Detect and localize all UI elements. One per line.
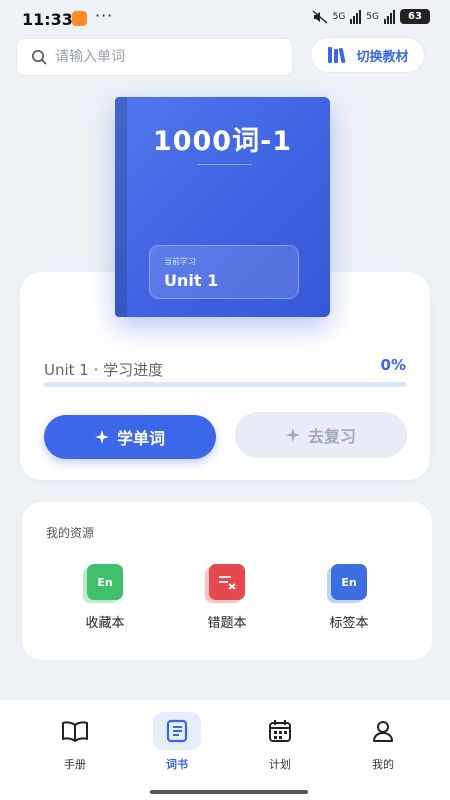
nav-plan[interactable]: 计划: [245, 712, 315, 772]
nav-wordbook-label: 词书: [166, 758, 188, 771]
books-icon: [328, 47, 346, 64]
signal-5g-label-2: 5G: [366, 11, 379, 22]
tags-label: 标签本: [329, 616, 369, 631]
mute-icon: [312, 9, 328, 24]
mistake-book-red-icon: [209, 564, 245, 600]
calendar-icon: [256, 712, 304, 750]
nav-handbook-label: 手册: [64, 758, 86, 771]
more-notifications-icon: ···: [95, 6, 114, 25]
switch-textbook-label: 切换教材: [356, 49, 409, 65]
progress-percent: 0%: [380, 356, 406, 374]
icon-text: En: [341, 575, 357, 589]
progress-label: Unit 1 · 学习进度: [44, 361, 164, 379]
user-icon: [359, 712, 407, 750]
book-divider: [197, 164, 252, 165]
list-x-icon: [219, 576, 236, 590]
switch-textbook-button[interactable]: 切换教材: [310, 37, 425, 73]
favorites-label: 收藏本: [85, 616, 125, 631]
resources-title: 我的资源: [46, 526, 95, 540]
current-caption: 当前学习: [164, 257, 196, 266]
signal-icon-2: [384, 9, 395, 24]
sparkle-icon: [94, 430, 109, 444]
nav-mine[interactable]: 我的: [348, 712, 418, 772]
mistakes-label: 错题本: [207, 616, 247, 631]
bottom-nav: 手册 词书 计划 我的: [0, 700, 450, 800]
progress-bar: [44, 382, 407, 387]
nav-handbook[interactable]: 手册: [40, 712, 110, 772]
nav-plan-label: 计划: [269, 758, 291, 771]
mistakes-book[interactable]: 错题本: [182, 564, 272, 631]
sparkle-icon: [285, 428, 300, 442]
signal-icon: [350, 9, 362, 24]
review-button[interactable]: 去复习: [235, 412, 407, 458]
status-bar: 11:33 ··· 5G 5G 63: [0, 0, 450, 38]
current-unit-box: 当前学习 Unit 1: [149, 245, 299, 299]
nav-wordbook[interactable]: 词书: [142, 712, 212, 772]
resources-card: 我的资源 En 收藏本 错题本 En 标签本: [22, 502, 432, 660]
open-book-icon: [51, 712, 99, 750]
word-book-icon: [153, 712, 201, 750]
icon-text: En: [97, 575, 113, 589]
signal-5g-label: 5G: [332, 11, 346, 22]
current-unit: Unit 1: [164, 271, 219, 290]
search-icon: [32, 50, 47, 65]
learn-words-label: 学单词: [116, 429, 165, 448]
favorites-book[interactable]: En 收藏本: [60, 564, 150, 631]
home-indicator: [150, 790, 308, 794]
en-book-blue-icon: En: [331, 564, 367, 600]
tags-book[interactable]: En 标签本: [304, 564, 394, 631]
system-icons: 5G 5G 63: [312, 9, 430, 24]
search-bar[interactable]: [16, 38, 293, 76]
word-book-cover[interactable]: 1000词-1 当前学习 Unit 1: [115, 97, 330, 317]
learn-words-button[interactable]: 学单词: [44, 415, 216, 459]
app-notification-icon: [72, 11, 87, 26]
en-book-green-icon: En: [87, 564, 123, 600]
battery-icon: 63: [400, 9, 430, 24]
nav-mine-label: 我的: [372, 758, 394, 771]
review-label: 去复习: [307, 427, 356, 446]
search-input[interactable]: [55, 49, 275, 65]
status-time: 11:33: [22, 10, 73, 29]
book-title: 1000词-1: [152, 126, 293, 157]
